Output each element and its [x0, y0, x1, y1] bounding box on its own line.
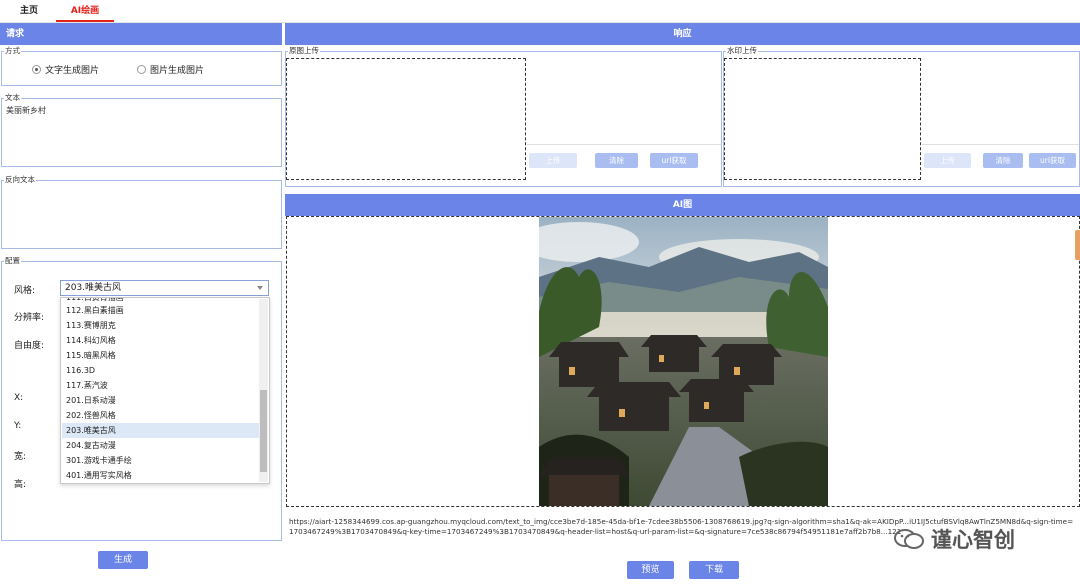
x-label: X: [14, 393, 24, 403]
watermark-image-dropzone[interactable] [724, 58, 921, 180]
radio-unchecked-icon [137, 65, 146, 74]
height-label: 高: [14, 480, 27, 490]
text-legend: 文本 [4, 93, 21, 103]
resolution-label: 分辨率: [14, 313, 45, 323]
chevron-down-icon [257, 286, 263, 290]
divider [527, 144, 721, 145]
width-label: 宽: [14, 452, 27, 462]
watermark-upload-legend: 水印上传 [726, 46, 758, 56]
style-option[interactable]: 114.科幻风格 [62, 333, 259, 348]
download-button[interactable]: 下载 [689, 561, 739, 579]
original-url-button[interactable]: url获取 [650, 153, 698, 168]
original-upload-legend: 原图上传 [288, 46, 320, 56]
prompt-text-input[interactable]: 美丽新乡村 [6, 105, 46, 116]
response-panel-header: 响应 [285, 23, 1080, 45]
generate-button[interactable]: 生成 [98, 551, 148, 569]
mode-legend: 方式 [4, 46, 21, 56]
freedom-label: 自由度: [14, 341, 45, 351]
radio-text-to-image[interactable]: 文字生成图片 [32, 63, 99, 76]
ai-image-header: AI图 [285, 194, 1080, 216]
tab-home[interactable]: 主页 [6, 0, 52, 22]
request-panel-header: 请求 [0, 23, 282, 45]
radio-image-to-image[interactable]: 图片生成图片 [137, 63, 204, 76]
style-dropdown-list[interactable]: 111.白黄背插画 112.黑白素描画 113.赛博朋克 114.科幻风格 11… [60, 297, 270, 484]
original-upload-button[interactable]: 上传 [529, 153, 577, 168]
style-option[interactable]: 112.黑白素描画 [62, 303, 259, 318]
watermark-clear-button[interactable]: 清除 [983, 153, 1023, 168]
config-legend: 配置 [4, 256, 21, 266]
negative-text-legend: 反向文本 [4, 175, 36, 185]
wechat-icon [894, 529, 924, 549]
style-option[interactable]: 202.怪兽风格 [62, 408, 259, 423]
style-option[interactable]: 115.暗黑风格 [62, 348, 259, 363]
style-option-selected[interactable]: 203.唯美古风 [62, 423, 259, 438]
style-option[interactable]: 401.通用写实风格 [62, 468, 259, 483]
watermark-url-button[interactable]: url获取 [1029, 153, 1076, 168]
tab-ai-painting[interactable]: AI绘画 [56, 0, 114, 22]
original-image-dropzone[interactable] [286, 58, 526, 180]
mode-fieldset: 方式 文字生成图片 图片生成图片 [1, 46, 282, 86]
negative-text-fieldset[interactable]: 反向文本 [1, 175, 282, 249]
radio-checked-icon [32, 65, 41, 74]
radio-image-to-image-label: 图片生成图片 [150, 66, 205, 76]
style-label: 风格: [14, 286, 36, 296]
style-option[interactable]: 204.复古动漫 [62, 438, 259, 453]
text-fieldset[interactable]: 文本 美丽新乡村 [1, 93, 282, 167]
style-option[interactable]: 201.日系动漫 [62, 393, 259, 408]
ai-generated-image [539, 217, 828, 506]
watermark-text: 谨心智创 [931, 528, 1015, 552]
dropdown-scrollbar-thumb[interactable] [260, 390, 267, 472]
y-label: Y: [14, 421, 22, 431]
watermark-upload-button[interactable]: 上传 [924, 153, 971, 168]
side-handle[interactable] [1075, 230, 1080, 260]
style-option[interactable]: 117.蒸汽波 [62, 378, 259, 393]
radio-text-to-image-label: 文字生成图片 [45, 66, 100, 76]
style-option[interactable]: 113.赛博朋克 [62, 318, 259, 333]
watermark-brand: 谨心智创 [893, 524, 1015, 554]
style-option[interactable]: 116.3D [62, 363, 259, 378]
style-option[interactable]: 301.游戏卡通手绘 [62, 453, 259, 468]
style-select-value: 203.唯美古风 [65, 283, 122, 293]
divider [922, 144, 1079, 145]
style-select[interactable]: 203.唯美古风 [60, 280, 269, 296]
preview-button[interactable]: 预览 [627, 561, 674, 579]
original-clear-button[interactable]: 清除 [595, 153, 638, 168]
top-tab-bar: 主页 AI绘画 [0, 0, 1080, 23]
